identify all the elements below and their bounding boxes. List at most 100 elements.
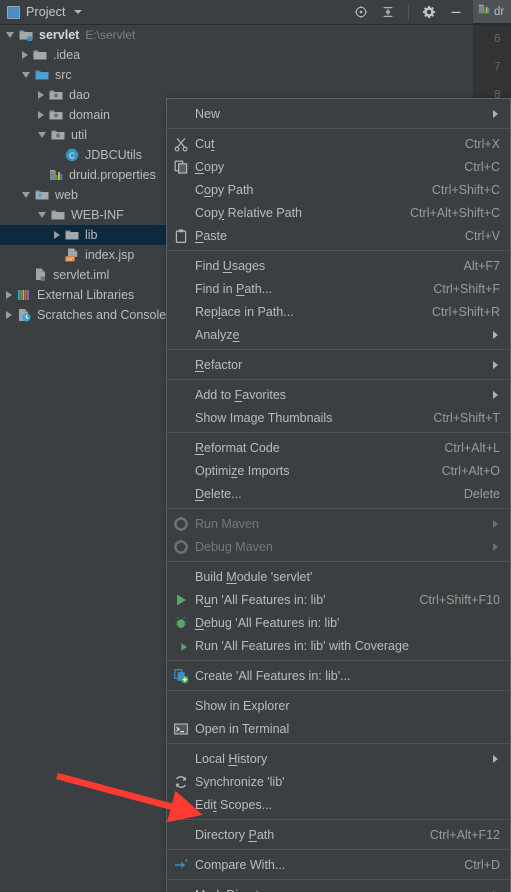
menu-item[interactable]: Run 'All Features in: lib' with Coverage [167, 634, 510, 657]
menu-item-label: Cut [195, 136, 215, 151]
tree-row[interactable]: .idea [0, 45, 170, 65]
menu-item-label: Compare With... [195, 857, 286, 872]
menu-item-label: Build Module 'servlet' [195, 569, 313, 584]
menu-item-icon-placeholder [173, 106, 189, 122]
tree-row[interactable]: servlet E:\servlet [0, 25, 170, 45]
menu-item-label: Reformat Code [195, 440, 280, 455]
tree-row[interactable]: WEB-INF [0, 205, 170, 225]
menu-item[interactable]: Create 'All Features in: lib'... [167, 664, 510, 687]
tree-item-label: util [71, 128, 87, 142]
menu-item[interactable]: Add to Favorites [167, 383, 510, 406]
menu-item-label: Copy Relative Path [195, 205, 303, 220]
submenu-arrow-icon [493, 754, 498, 763]
locate-icon[interactable] [354, 5, 368, 19]
menu-item[interactable]: Analyze [167, 323, 510, 346]
twisty-closed-icon[interactable] [6, 311, 12, 319]
minimize-icon[interactable] [449, 5, 463, 19]
tree-item-label: lib [85, 228, 98, 242]
menu-item-shortcut: Ctrl+Shift+F [433, 281, 500, 296]
editor-tab-label: dr [494, 5, 505, 18]
menu-item-label: Run 'All Features in: lib' [195, 592, 326, 607]
tree-row[interactable]: druid.properties [0, 165, 170, 185]
menu-item[interactable]: Copy Relative Path Ctrl+Alt+Shift+C [167, 201, 510, 224]
menu-item[interactable]: Reformat Code Ctrl+Alt+L [167, 436, 510, 459]
menu-item-label: Open in Terminal [195, 721, 290, 736]
twisty-open-icon[interactable] [38, 212, 46, 218]
menu-item[interactable]: Show Image Thumbnails Ctrl+Shift+T [167, 406, 510, 429]
twisty-open-icon[interactable] [22, 72, 30, 78]
menu-item[interactable]: Run 'All Features in: lib' Ctrl+Shift+F10 [167, 588, 510, 611]
menu-item[interactable]: Directory Path Ctrl+Alt+F12 [167, 823, 510, 846]
menu-item[interactable]: Delete... Delete [167, 482, 510, 505]
menu-item[interactable]: Open in Terminal [167, 717, 510, 740]
twisty-closed-icon[interactable] [54, 231, 60, 239]
twisty-closed-icon[interactable] [38, 91, 44, 99]
menu-separator [167, 432, 510, 433]
menu-item-label: Debug 'All Features in: lib' [195, 615, 340, 630]
tree-item-label: JDBCUtils [85, 148, 142, 162]
twisty-closed-icon[interactable] [38, 111, 44, 119]
menu-item-icon-placeholder [173, 440, 189, 456]
context-menu[interactable]: New Cut Ctrl+X Copy Ctrl+C Copy Path Ctrl+Shif… [166, 98, 511, 892]
tree-row[interactable]: External Libraries [0, 285, 170, 305]
project-title-group[interactable]: Project [0, 5, 82, 19]
tree-row[interactable]: JSP index.jsp [0, 245, 170, 265]
menu-item-icon-placeholder [173, 463, 189, 479]
twisty-open-icon[interactable] [38, 132, 46, 138]
tree-row[interactable]: lib [0, 225, 170, 245]
menu-item[interactable]: Find Usages Alt+F7 [167, 254, 510, 277]
menu-item[interactable]: Show in Explorer [167, 694, 510, 717]
editor-tab-druid-properties[interactable]: dr [473, 0, 511, 24]
twisty-closed-icon[interactable] [6, 291, 12, 299]
menu-item[interactable]: Find in Path... Ctrl+Shift+F [167, 277, 510, 300]
menu-item[interactable]: Paste Ctrl+V [167, 224, 510, 247]
coverage-icon [173, 638, 189, 654]
menu-item-icon-placeholder [173, 887, 189, 892]
menu-item[interactable]: New [167, 102, 510, 125]
package-icon [48, 107, 64, 123]
menu-item[interactable]: Replace in Path... Ctrl+Shift+R [167, 300, 510, 323]
menu-item[interactable]: Copy Ctrl+C [167, 155, 510, 178]
menu-item-label: Add to Favorites [195, 387, 287, 402]
package-icon [50, 127, 66, 143]
libraries-icon [16, 287, 32, 303]
menu-item[interactable]: Copy Path Ctrl+Shift+C [167, 178, 510, 201]
tree-item-label: .idea [53, 48, 81, 62]
collapse-all-icon[interactable] [381, 5, 395, 19]
project-tree[interactable]: servlet E:\servlet .idea src dao domain util C J… [0, 25, 173, 892]
terminal-icon [173, 721, 189, 737]
package-icon [48, 87, 64, 103]
menu-item-label: Edit Scopes... [195, 797, 273, 812]
menu-item[interactable]: Optimize Imports Ctrl+Alt+O [167, 459, 510, 482]
menu-item[interactable]: Mark Directory as [167, 883, 510, 892]
menu-separator [167, 508, 510, 509]
tree-row[interactable]: domain [0, 105, 170, 125]
tree-row[interactable]: src [0, 65, 170, 85]
tree-row[interactable]: web [0, 185, 170, 205]
tree-row[interactable]: util [0, 125, 170, 145]
twisty-open-icon[interactable] [6, 32, 14, 38]
gear-icon[interactable] [422, 5, 436, 19]
folder-icon [64, 227, 80, 243]
menu-item-label: Copy [195, 159, 225, 174]
tree-row[interactable]: Scratches and Consoles [0, 305, 173, 325]
menu-item-label: New [195, 106, 221, 121]
menu-item[interactable]: Debug 'All Features in: lib' [167, 611, 510, 634]
menu-item[interactable]: Build Module 'servlet' [167, 565, 510, 588]
menu-item[interactable]: Cut Ctrl+X [167, 132, 510, 155]
menu-item[interactable]: Compare With... Ctrl+D [167, 853, 510, 876]
chevron-down-icon[interactable] [73, 10, 82, 14]
menu-item[interactable]: Edit Scopes... [167, 793, 510, 816]
twisty-open-icon[interactable] [22, 192, 30, 198]
tree-row[interactable]: servlet.iml [0, 265, 170, 285]
tree-item-label: src [55, 68, 72, 82]
menu-item[interactable]: Local History [167, 747, 510, 770]
menu-item[interactable]: Synchronize 'lib' [167, 770, 510, 793]
menu-item-label: Copy Path [195, 182, 254, 197]
tree-row[interactable]: C JDBCUtils [0, 145, 170, 165]
menu-item[interactable]: Refactor [167, 353, 510, 376]
properties-file-icon [48, 167, 64, 183]
menu-item-label: Refactor [195, 357, 243, 372]
tree-row[interactable]: dao [0, 85, 170, 105]
twisty-closed-icon[interactable] [22, 51, 28, 59]
